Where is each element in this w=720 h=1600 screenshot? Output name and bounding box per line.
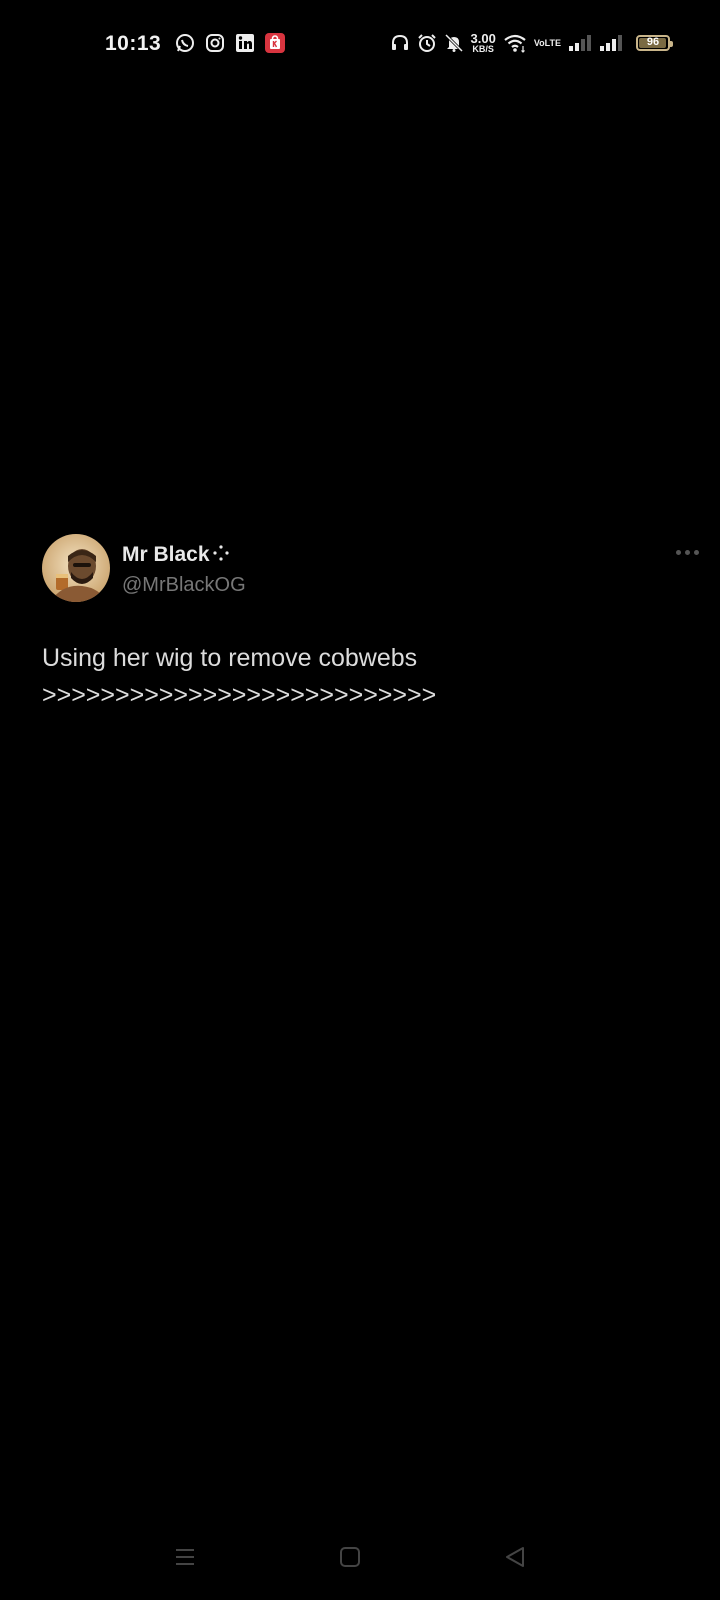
status-bar: 10:13 3.00 KB/S Vo LTE 96 xyxy=(0,28,720,62)
battery-level: 96 xyxy=(646,36,660,48)
more-dot xyxy=(684,549,690,555)
whatsapp-icon xyxy=(174,32,196,54)
alarm-icon xyxy=(417,32,437,54)
signal-icon-sim2 xyxy=(599,32,623,54)
system-icons: 3.00 KB/S Vo LTE 96 xyxy=(390,32,673,54)
battery-icon: 96 xyxy=(636,35,673,51)
notification-app-icons xyxy=(174,32,286,54)
author-display-name: Mr Black xyxy=(122,542,246,568)
more-dot xyxy=(693,549,699,555)
volte-line2: LTE xyxy=(544,37,561,48)
more-dot xyxy=(675,549,681,555)
menu-icon[interactable] xyxy=(170,1542,200,1572)
volte-line1: Vo xyxy=(533,37,545,48)
author-handle: @MrBlackOG xyxy=(122,574,246,596)
tweet-author[interactable]: Mr Black @MrBlackOG xyxy=(122,542,246,597)
tweet-text: Using her wig to remove cobwebs >>>>>>>>… xyxy=(42,644,437,709)
status-time: 10:13 xyxy=(105,32,162,55)
battery-tip xyxy=(670,41,673,47)
headphones-icon xyxy=(390,32,410,54)
instagram-icon xyxy=(204,32,226,54)
sparkle-icon xyxy=(212,542,230,568)
network-speed: 3.00 KB/S xyxy=(471,32,496,54)
home-icon[interactable] xyxy=(335,1542,365,1572)
volte-indicator: Vo LTE xyxy=(534,32,561,54)
back-icon[interactable] xyxy=(500,1542,530,1572)
avatar[interactable] xyxy=(42,534,110,602)
navigation-bar xyxy=(0,1534,720,1574)
linkedin-icon xyxy=(234,32,256,54)
more-options-button[interactable] xyxy=(672,542,702,562)
network-speed-unit: KB/S xyxy=(472,44,494,54)
shop-app-icon xyxy=(264,32,286,54)
signal-icon-sim1 xyxy=(568,32,592,54)
mute-bell-icon xyxy=(444,32,464,54)
display-name-text: Mr Black xyxy=(122,543,210,566)
wifi-icon xyxy=(503,32,527,54)
